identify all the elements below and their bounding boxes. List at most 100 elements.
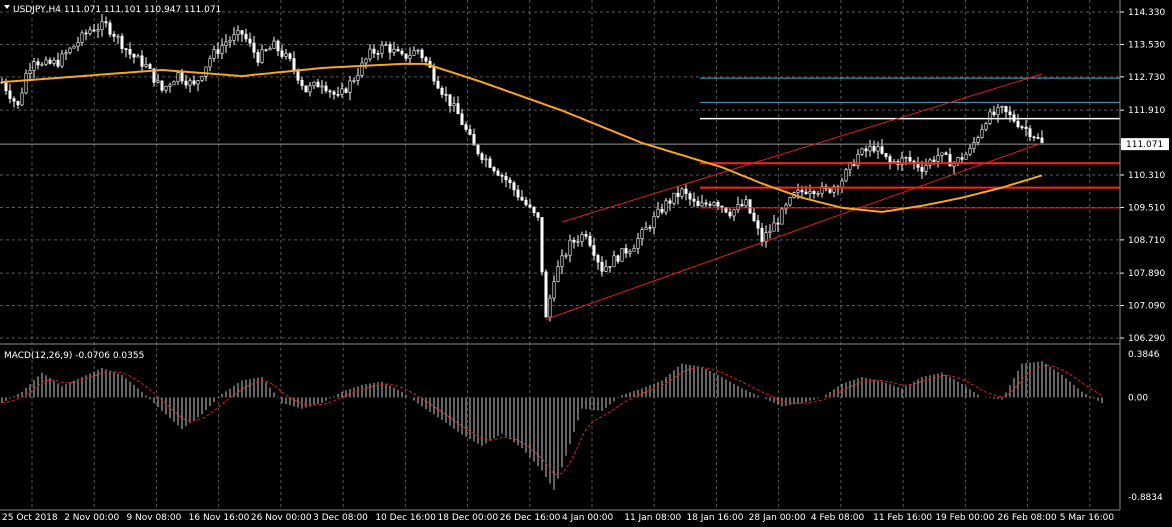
candle-body: [68, 47, 72, 54]
candle-body: [572, 239, 576, 243]
candle-body: [720, 205, 724, 208]
candle-body: [556, 266, 560, 282]
candle-body: [712, 202, 716, 206]
candle-body: [520, 196, 524, 201]
candle-body: [656, 208, 660, 217]
candle-body: [344, 88, 348, 93]
time-tick-label: 3 Dec 08:00: [313, 513, 368, 523]
candle-body: [268, 48, 272, 51]
candle-body: [456, 103, 460, 115]
candle-body: [692, 198, 696, 202]
candle-body: [292, 58, 296, 71]
candle-body: [672, 192, 676, 204]
candle-body: [444, 94, 448, 96]
time-tick-label: 5 Mar 16:00: [1060, 513, 1115, 523]
candle-body: [312, 81, 316, 87]
candle-body: [208, 58, 212, 68]
candle-body: [72, 45, 76, 49]
candle-body: [200, 75, 204, 81]
candle-body: [540, 217, 544, 273]
candle-body: [888, 156, 892, 163]
candle-body: [584, 233, 588, 237]
candle-body: [116, 35, 120, 38]
candle-body: [232, 34, 236, 41]
candle-body: [280, 50, 284, 57]
candle-body: [880, 146, 884, 154]
candle-body: [548, 297, 552, 318]
candle-body: [532, 206, 536, 213]
candle-body: [604, 266, 608, 272]
candle-body: [204, 66, 208, 77]
candle-body: [592, 245, 596, 256]
candle-body: [752, 212, 756, 221]
candle-body: [796, 189, 800, 193]
candle-body: [1020, 126, 1024, 129]
candle-body: [416, 49, 420, 52]
candle-body: [1040, 137, 1044, 143]
candle-body: [184, 80, 188, 86]
indicator-label: MACD(12,26,9) -0.0706 0.0355: [4, 351, 144, 361]
candle-body: [28, 70, 32, 74]
candle-body: [860, 148, 864, 155]
price-tick-label: 114.330: [1128, 8, 1165, 18]
candle-body: [176, 72, 180, 83]
candle-body: [332, 91, 336, 95]
candle-body: [340, 88, 344, 95]
candle-body: [120, 35, 124, 49]
candle-body: [736, 204, 740, 211]
candle-body: [220, 45, 224, 54]
candle-body: [816, 193, 820, 195]
candle-body: [352, 80, 356, 82]
candle-body: [560, 255, 564, 267]
candle-body: [408, 55, 412, 59]
price-tick-label: 111.910: [1128, 106, 1165, 116]
candle-body: [872, 146, 876, 152]
time-tick-label: 11 Jan 08:00: [624, 513, 681, 523]
candle-body: [104, 21, 108, 24]
candle-body: [708, 203, 712, 206]
candle-body: [1008, 111, 1012, 116]
time-tick-label: 19 Feb 00:00: [935, 513, 994, 523]
candle-body: [700, 202, 704, 207]
price-tick-label: 113.530: [1128, 40, 1165, 50]
candle-body: [168, 84, 172, 87]
symbol-label: USDJPY,H4 111.071 111.101 110.947 111.07…: [13, 5, 221, 15]
candle-body: [544, 271, 548, 318]
candle-body: [864, 148, 868, 152]
time-tick-label: 26 Dec 16:00: [500, 513, 561, 523]
candle-body: [508, 179, 512, 184]
candle-body: [800, 189, 804, 193]
trading-terminal-chart[interactable]: 114.330 113.530 112.730 111.910 111.071 110.3…: [0, 0, 1172, 527]
candle-body: [940, 152, 944, 156]
candle-body: [376, 53, 380, 55]
candle-body: [936, 155, 940, 162]
candle-body: [284, 53, 288, 57]
candle-body: [196, 80, 200, 85]
candle-body: [636, 238, 640, 249]
candle-body: [36, 61, 40, 66]
candle-body: [148, 64, 152, 69]
candle-body: [984, 123, 988, 130]
candle-body: [740, 204, 744, 207]
candle-body: [744, 199, 748, 207]
time-tick-label: 26 Nov 00:00: [251, 513, 312, 523]
candle-body: [748, 199, 752, 214]
candle-body: [480, 153, 484, 160]
candle-body: [100, 21, 104, 31]
candle-body: [564, 254, 568, 257]
candle-body: [680, 188, 684, 197]
candle-body: [356, 75, 360, 81]
time-tick-label: 11 Feb 16:00: [873, 513, 932, 523]
candle-body: [668, 200, 672, 204]
price-tick-label: 108.710: [1128, 236, 1165, 246]
price-tick-label: 110.310: [1128, 171, 1165, 181]
time-tick-label: 16 Nov 16:00: [189, 513, 250, 523]
candle-body: [76, 42, 80, 47]
candle-body: [192, 80, 196, 85]
candle-body: [768, 230, 772, 233]
candle-body: [236, 30, 240, 35]
candle-body: [244, 33, 248, 40]
candle-body: [420, 49, 424, 59]
candle-body: [156, 80, 160, 83]
candle-body: [400, 50, 404, 55]
